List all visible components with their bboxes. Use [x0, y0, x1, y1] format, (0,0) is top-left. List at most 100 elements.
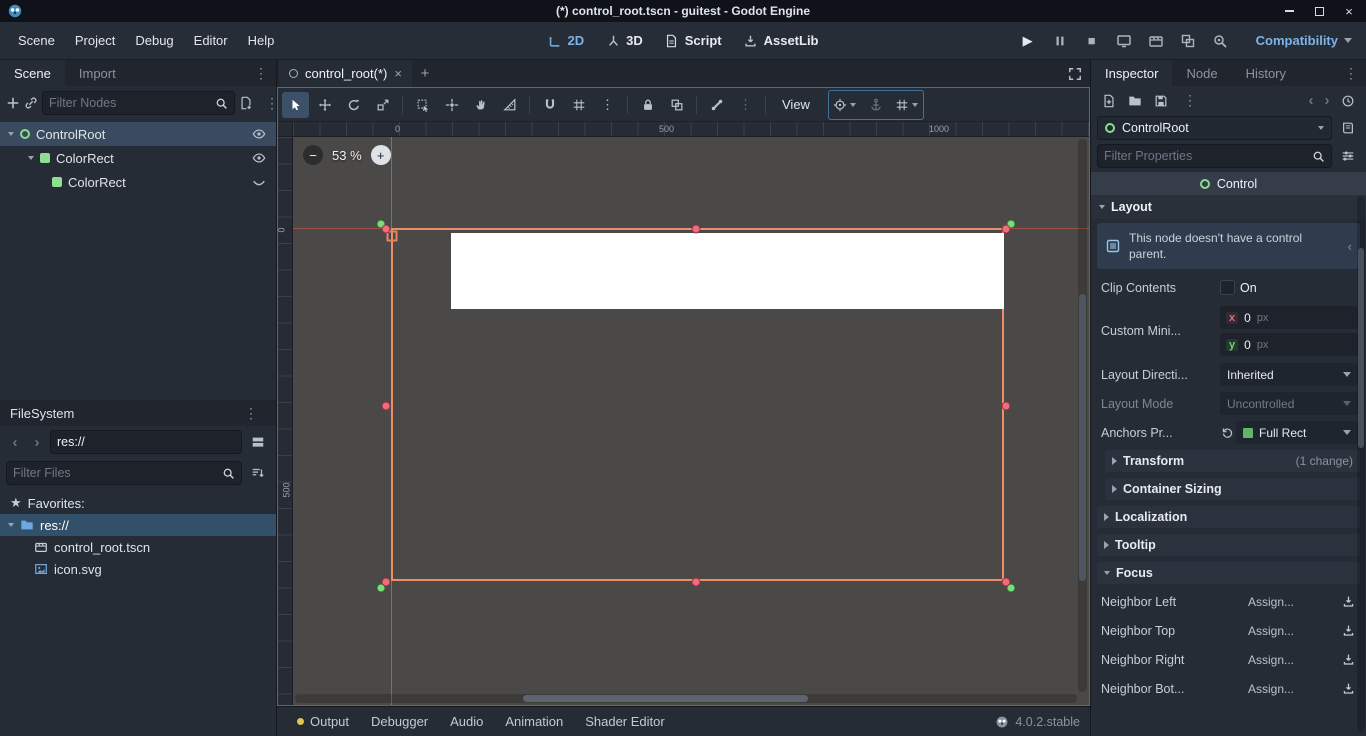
- renderer-dropdown[interactable]: Compatibility: [1250, 29, 1358, 52]
- tab-import[interactable]: Import: [65, 60, 130, 86]
- inspector-dock-menu-icon[interactable]: ⋮: [1336, 60, 1366, 86]
- lock-node-button[interactable]: [634, 92, 661, 118]
- tab-animation[interactable]: Animation: [495, 709, 573, 734]
- movie-maker-button[interactable]: [1208, 29, 1232, 53]
- select-tool-button[interactable]: [282, 91, 309, 118]
- section-container-sizing[interactable]: Container Sizing: [1105, 478, 1360, 501]
- revert-icon[interactable]: [1218, 426, 1236, 439]
- file-row-scene[interactable]: control_root.tscn: [0, 536, 276, 558]
- layout-group-header[interactable]: Layout: [1091, 195, 1366, 219]
- filter-properties-input[interactable]: [1104, 149, 1307, 163]
- snap-options-icon[interactable]: ⋮: [594, 92, 621, 118]
- custom-min-x-spinbox[interactable]: x 0 px: [1220, 306, 1358, 330]
- property-tools-icon[interactable]: [1336, 144, 1360, 168]
- workspace-assetlib[interactable]: AssetLib: [744, 33, 819, 48]
- filter-nodes-input[interactable]: [49, 96, 210, 110]
- tree-row[interactable]: ControlRoot: [0, 122, 276, 146]
- anchor-preset-dropdown[interactable]: [830, 92, 860, 118]
- smart-snap-button[interactable]: [536, 92, 563, 118]
- zoom-in-button[interactable]: +: [370, 145, 391, 165]
- resource-menu-icon[interactable]: ⋮: [1175, 92, 1205, 109]
- tab-debugger[interactable]: Debugger: [361, 709, 438, 734]
- tab-scene[interactable]: Scene: [0, 60, 65, 86]
- resize-handle[interactable]: [692, 225, 700, 233]
- menu-project[interactable]: Project: [65, 27, 125, 54]
- menu-debug[interactable]: Debug: [125, 27, 183, 54]
- scrollbar-thumb[interactable]: [1079, 293, 1086, 582]
- section-transform[interactable]: Transform (1 change): [1105, 450, 1360, 473]
- resize-handle[interactable]: [1002, 402, 1010, 410]
- tree-row[interactable]: ColorRect: [0, 146, 276, 170]
- custom-min-y-spinbox[interactable]: y 0 px: [1220, 333, 1358, 357]
- add-node-button[interactable]: [6, 91, 20, 115]
- layout-direction-dropdown[interactable]: Inherited: [1220, 363, 1358, 387]
- path-input[interactable]: [57, 435, 235, 449]
- class-header-control[interactable]: Control: [1091, 172, 1366, 195]
- collapse-icon[interactable]: [8, 132, 14, 136]
- color-rect-node[interactable]: [451, 233, 1004, 309]
- minimize-button[interactable]: [1282, 4, 1296, 18]
- distraction-free-icon[interactable]: [1060, 60, 1090, 87]
- vertical-scrollbar[interactable]: [1078, 139, 1087, 692]
- tree-row[interactable]: ColorRect: [0, 170, 276, 194]
- resize-handle[interactable]: [692, 578, 700, 586]
- nav-forward-button[interactable]: ›: [28, 434, 46, 451]
- collapse-icon[interactable]: [8, 523, 14, 527]
- edited-object-dropdown[interactable]: ControlRoot: [1097, 116, 1332, 140]
- skeleton-menu-icon[interactable]: ⋮: [732, 92, 759, 118]
- new-scene-tab-button[interactable]: +: [412, 60, 438, 87]
- sort-files-icon[interactable]: [246, 461, 270, 485]
- list-select-button[interactable]: [409, 92, 436, 118]
- pause-button[interactable]: [1048, 29, 1072, 53]
- tab-inspector[interactable]: Inspector: [1091, 60, 1173, 86]
- attach-script-button[interactable]: [239, 91, 253, 115]
- section-tooltip[interactable]: Tooltip: [1097, 534, 1360, 557]
- pivot-tool-button[interactable]: [438, 92, 465, 118]
- workspace-2d[interactable]: 2D: [548, 33, 584, 48]
- menu-help[interactable]: Help: [238, 27, 285, 54]
- load-node-icon[interactable]: [1338, 682, 1358, 695]
- clip-contents-checkbox[interactable]: [1220, 280, 1235, 296]
- filesystem-menu-icon[interactable]: ⋮: [236, 405, 266, 422]
- resize-handle[interactable]: [382, 578, 390, 586]
- tab-node[interactable]: Node: [1172, 60, 1231, 86]
- tab-audio[interactable]: Audio: [440, 709, 493, 734]
- save-resource-button[interactable]: [1149, 89, 1173, 113]
- zoom-level[interactable]: 53 %: [332, 148, 362, 163]
- visibility-eye-closed-icon[interactable]: [248, 175, 270, 189]
- file-row-svg[interactable]: icon.svg: [0, 558, 276, 580]
- collapse-icon[interactable]: [28, 156, 34, 160]
- remote-debug-button[interactable]: [1112, 29, 1136, 53]
- new-resource-button[interactable]: [1097, 89, 1121, 113]
- assign-button[interactable]: Assign...: [1248, 624, 1333, 638]
- skeleton-options-button[interactable]: [703, 92, 730, 118]
- grid-snap-button[interactable]: [565, 92, 592, 118]
- ruler-tool-button[interactable]: [496, 92, 523, 118]
- assign-button[interactable]: Assign...: [1248, 595, 1333, 609]
- anchor-handle[interactable]: [1007, 584, 1015, 592]
- history-forward-button[interactable]: ›: [1320, 92, 1334, 109]
- assign-button[interactable]: Assign...: [1248, 653, 1333, 667]
- anchors-icon[interactable]: [861, 92, 891, 118]
- load-resource-button[interactable]: [1123, 89, 1147, 113]
- load-node-icon[interactable]: [1338, 595, 1358, 608]
- resize-handle[interactable]: [382, 402, 390, 410]
- scale-tool-button[interactable]: [369, 92, 396, 118]
- group-node-button[interactable]: [663, 92, 690, 118]
- workspace-3d[interactable]: 3D: [606, 33, 643, 48]
- load-node-icon[interactable]: [1338, 653, 1358, 666]
- object-history-icon[interactable]: [1336, 89, 1360, 113]
- visibility-eye-icon[interactable]: [248, 151, 270, 165]
- split-view-icon[interactable]: [246, 430, 270, 454]
- scene-dock-menu-icon[interactable]: ⋮: [246, 60, 276, 86]
- tab-history[interactable]: History: [1232, 60, 1300, 86]
- view-menu-button[interactable]: View: [772, 92, 820, 118]
- close-button[interactable]: ×: [1342, 4, 1356, 19]
- pan-tool-button[interactable]: [467, 92, 494, 118]
- assign-button[interactable]: Assign...: [1248, 682, 1333, 696]
- folder-row-res[interactable]: res://: [0, 514, 276, 536]
- filter-files-input[interactable]: [13, 466, 217, 480]
- play-scene-button[interactable]: [1144, 29, 1168, 53]
- workspace-script[interactable]: Script: [665, 33, 722, 48]
- resize-handle[interactable]: [1002, 225, 1010, 233]
